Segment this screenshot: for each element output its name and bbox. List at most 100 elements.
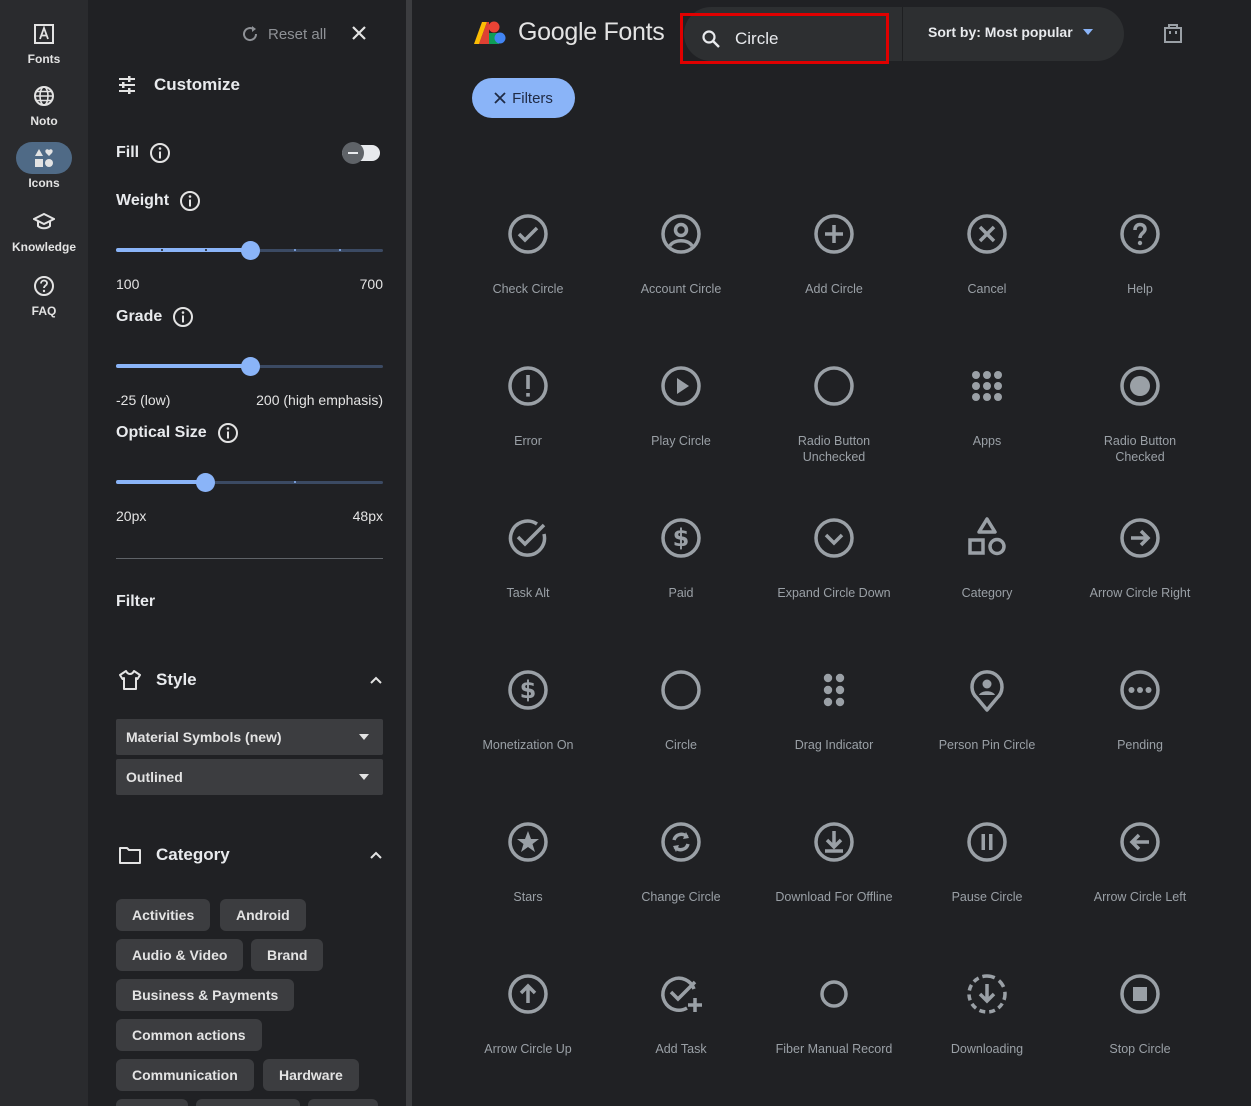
account-circle-icon	[657, 210, 705, 258]
category-chip-android[interactable]: Android	[220, 899, 306, 931]
icon-card-check-circle[interactable]: Check Circle	[453, 210, 603, 297]
slider-thumb[interactable]	[195, 473, 215, 492]
info-icon[interactable]	[172, 306, 194, 328]
drag-indicator-icon	[810, 666, 858, 714]
category-chip-communication[interactable]: Communication	[116, 1059, 254, 1091]
filters-button[interactable]: Filters	[472, 78, 575, 118]
icon-card-stars[interactable]: Stars	[453, 818, 603, 905]
icon-card-circle[interactable]: Circle	[606, 666, 756, 753]
grade-max-label: 200 (high emphasis)	[256, 392, 383, 408]
weight-max-label: 700	[359, 276, 383, 292]
icon-card-add-circle[interactable]: Add Circle	[759, 210, 909, 297]
style-select[interactable]: Material Symbols (new)	[116, 719, 383, 755]
optical-size-slider[interactable]	[116, 472, 383, 492]
info-icon[interactable]	[217, 422, 239, 444]
icon-card-arrow-circle-up[interactable]: Arrow Circle Up	[453, 970, 603, 1057]
sort-dropdown[interactable]: Sort by: Most popular	[928, 24, 1093, 40]
slider-thumb[interactable]	[240, 357, 260, 376]
pause-circle-icon	[963, 818, 1011, 866]
icon-card-change-circle[interactable]: Change Circle	[606, 818, 756, 905]
category-title: Category	[156, 845, 230, 864]
icon-card-add-task[interactable]: Add Task	[606, 970, 756, 1057]
tune-icon	[119, 76, 135, 94]
icon-card-paid[interactable]: $ Paid	[606, 514, 756, 601]
icon-name: Monetization On	[482, 738, 574, 752]
icon-card-radio-button-checked[interactable]: Radio Button Checked	[1065, 362, 1215, 465]
slider-fill	[116, 248, 250, 252]
category-header[interactable]: Category	[118, 845, 383, 865]
icon-card-category[interactable]: Category	[912, 514, 1062, 601]
icon-card-apps[interactable]: Apps	[912, 362, 1062, 449]
fill-toggle[interactable]	[342, 142, 380, 164]
nav-item-noto[interactable]: Noto	[0, 80, 88, 128]
category-chip[interactable]	[308, 1099, 378, 1106]
nav-item-fonts[interactable]: Fonts	[0, 18, 88, 66]
weight-slider[interactable]	[116, 240, 383, 260]
search-input[interactable]	[735, 28, 865, 49]
category-chip[interactable]	[196, 1099, 300, 1106]
icon-card-task-alt[interactable]: Task Alt	[453, 514, 603, 601]
grade-slider[interactable]	[116, 356, 383, 376]
icon-name: Radio Button Checked	[1103, 434, 1177, 464]
icon-card-radio-button-unchecked[interactable]: Radio Button Unchecked	[759, 362, 909, 465]
cancel-icon	[963, 210, 1011, 258]
shopping-bag-button[interactable]	[1163, 22, 1183, 49]
downloading-icon	[963, 970, 1011, 1018]
variant-select[interactable]: Outlined	[116, 759, 383, 795]
google-fonts-logo[interactable]: Google Fonts	[472, 18, 665, 47]
icon-card-cancel[interactable]: Cancel	[912, 210, 1062, 297]
optical-max-label: 48px	[352, 508, 383, 524]
category-chip-common-actions[interactable]: Common actions	[116, 1019, 262, 1051]
icon-name: Circle	[665, 738, 697, 752]
icon-card-error[interactable]: Error	[453, 362, 603, 449]
icon-card-help[interactable]: Help	[1065, 210, 1215, 297]
weight-label: Weight	[116, 192, 170, 209]
folder-icon	[119, 847, 141, 864]
style-header[interactable]: Style	[118, 669, 383, 691]
chevron-up-icon	[370, 851, 382, 859]
style-title: Style	[156, 670, 197, 689]
info-icon[interactable]	[149, 142, 171, 164]
close-panel-button[interactable]	[348, 22, 370, 44]
icon-card-arrow-circle-right[interactable]: Arrow Circle Right	[1065, 514, 1215, 601]
toggle-knob	[342, 142, 364, 164]
icon-card-expand-circle-down[interactable]: Expand Circle Down	[759, 514, 909, 601]
icon-name: Fiber Manual Record	[775, 1042, 893, 1056]
weight-label-row: Weight	[116, 190, 201, 212]
slider-thumb[interactable]	[240, 241, 260, 260]
icon-card-monetization-on[interactable]: $ Monetization On	[453, 666, 603, 753]
download-for-offline-icon	[810, 818, 858, 866]
icon-card-download-for-offline[interactable]: Download For Offline	[759, 818, 909, 905]
icon-card-account-circle[interactable]: Account Circle	[606, 210, 756, 297]
search-icon	[702, 29, 720, 48]
optical-label-row: Optical Size	[116, 422, 239, 444]
category-chip[interactable]	[116, 1099, 188, 1106]
icon-card-arrow-circle-left[interactable]: Arrow Circle Left	[1065, 818, 1215, 905]
icon-card-downloading[interactable]: Downloading	[912, 970, 1062, 1057]
icon-name: Add Task	[655, 1042, 707, 1056]
icon-card-drag-indicator[interactable]: Drag Indicator	[759, 666, 909, 753]
category-chip-business-payments[interactable]: Business & Payments	[116, 979, 295, 1011]
icon-card-play-circle[interactable]: Play Circle	[606, 362, 756, 449]
reset-all-button[interactable]: Reset all	[240, 24, 326, 44]
arrow-circle-right-icon	[1116, 514, 1164, 562]
icon-card-fiber-manual-record[interactable]: Fiber Manual Record	[759, 970, 909, 1057]
category-chip-brand[interactable]: Brand	[251, 939, 324, 971]
nav-item-knowledge[interactable]: Knowledge	[0, 206, 88, 254]
slider-fill	[116, 480, 205, 484]
icon-name: Download For Offline	[775, 890, 893, 904]
icon-card-pause-circle[interactable]: Pause Circle	[912, 818, 1062, 905]
icon-card-person-pin-circle[interactable]: Person Pin Circle	[912, 666, 1062, 753]
logo-text: Google Fonts	[518, 18, 665, 46]
task-alt-icon	[504, 514, 552, 562]
category-chip-hardware[interactable]: Hardware	[263, 1059, 359, 1091]
icon-card-stop-circle[interactable]: Stop Circle	[1065, 970, 1215, 1057]
info-icon[interactable]	[179, 190, 201, 212]
fill-label: Fill	[116, 144, 140, 161]
icon-card-pending[interactable]: Pending	[1065, 666, 1215, 753]
category-chip-activities[interactable]: Activities	[116, 899, 211, 931]
nav-item-faq[interactable]: FAQ	[0, 270, 88, 318]
search-field[interactable]	[680, 13, 889, 64]
nav-item-icons[interactable]: Icons	[0, 142, 88, 190]
category-chip-audio-video[interactable]: Audio & Video	[116, 939, 244, 971]
